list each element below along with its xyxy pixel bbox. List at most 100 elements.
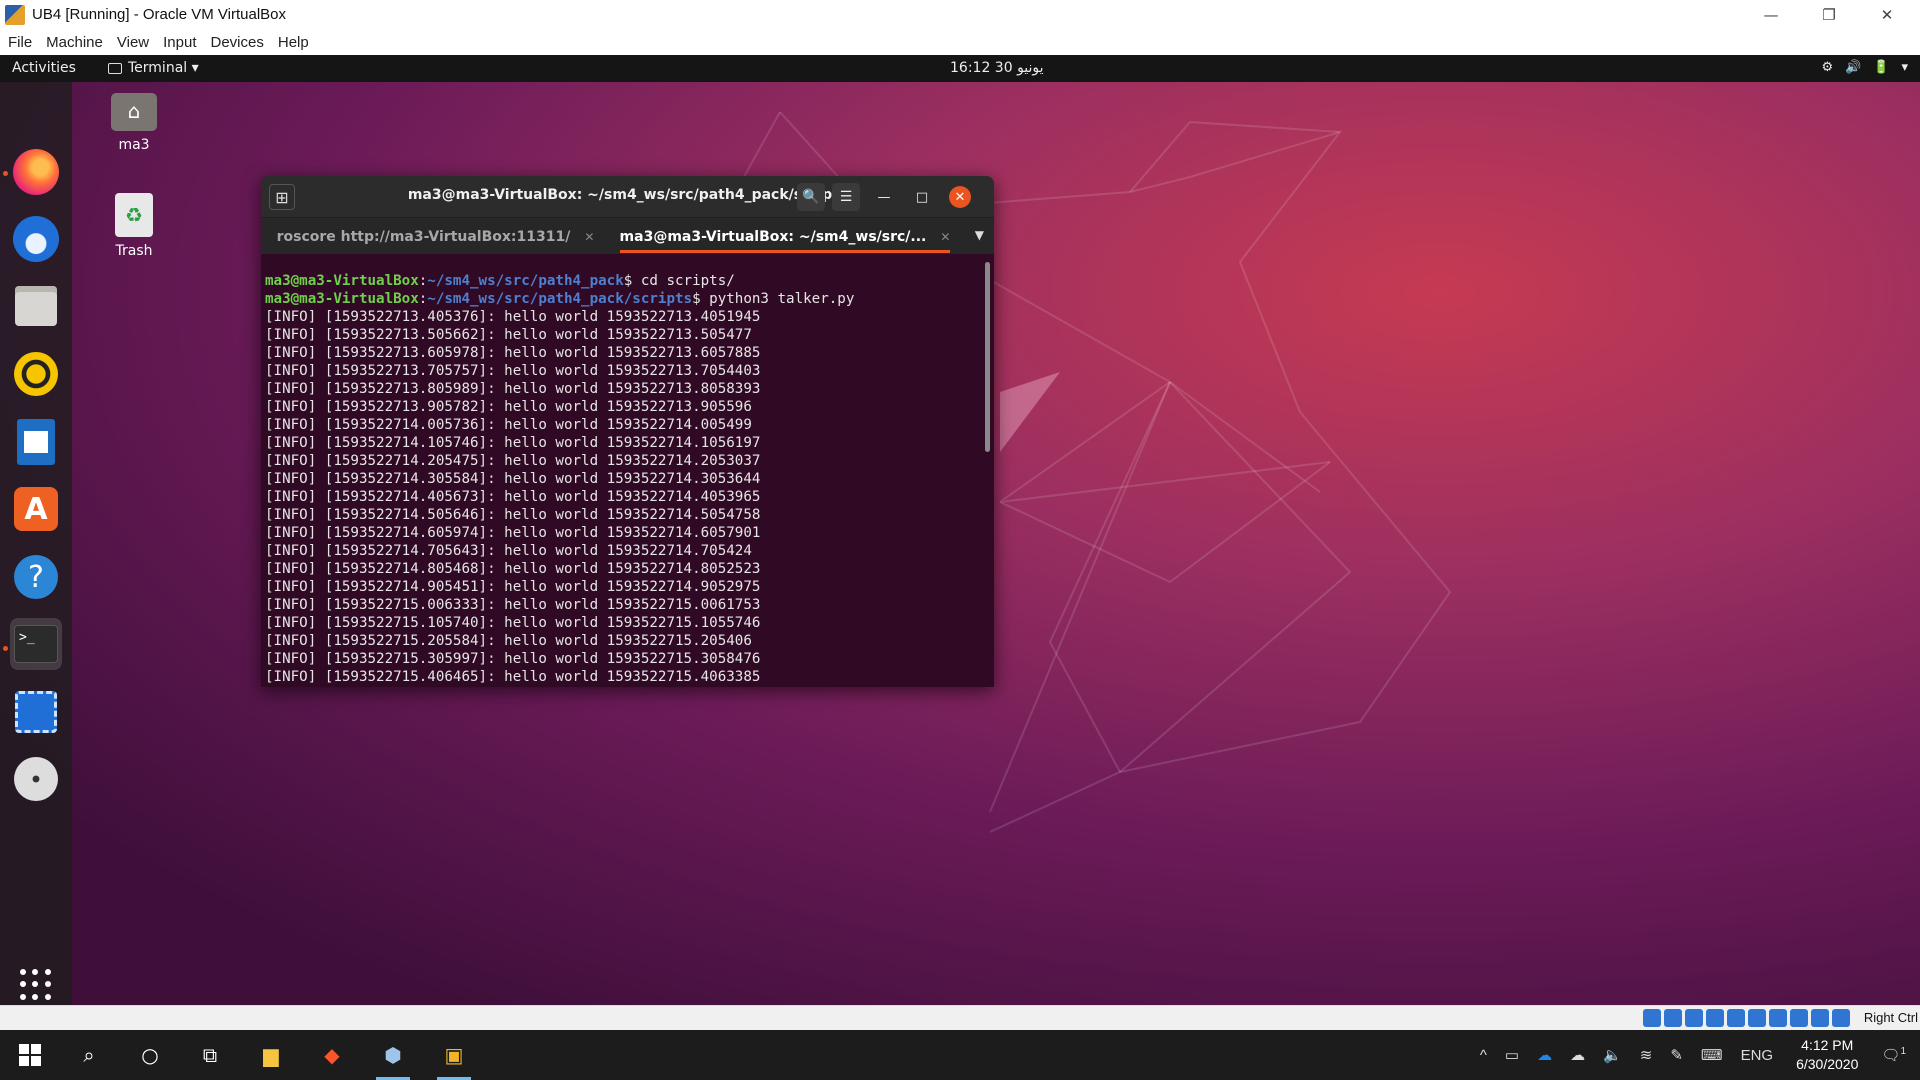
log-line: [INFO] [1593522715.505445]: hello world … (265, 686, 990, 687)
dock-dvd[interactable] (10, 753, 62, 805)
topbar-clock[interactable]: 16:12 30 يونيو (950, 60, 1044, 76)
desktop-home-folder[interactable]: ma3 (94, 93, 174, 153)
volume-icon[interactable]: 🔈 (1603, 1046, 1622, 1064)
terminal-scrollbar[interactable] (985, 262, 990, 452)
log-line: [INFO] [1593522714.005736]: hello world … (265, 417, 752, 433)
optical-drive-icon[interactable] (1643, 1009, 1661, 1027)
volume-icon[interactable]: 🔊 (1845, 60, 1861, 75)
tab-list-dropdown-icon[interactable]: ▼ (975, 228, 984, 242)
app-menu-label: Terminal ▾ (128, 60, 199, 76)
menu-file[interactable]: File (8, 34, 32, 51)
battery-icon[interactable]: 🔋 (1873, 60, 1889, 75)
action-center-icon[interactable]: 🗨1 (1881, 1046, 1906, 1064)
terminal-headerbar[interactable]: ⊞ ma3@ma3-VirtualBox: ~/sm4_ws/src/path4… (261, 176, 994, 217)
tab-label: ma3@ma3-VirtualBox: ~/sm4_ws/src/... (619, 228, 927, 245)
hamburger-menu-button[interactable]: ☰ (832, 183, 860, 211)
minimize-button[interactable]: — (1742, 0, 1800, 29)
log-line: [INFO] [1593522715.105740]: hello world … (265, 615, 761, 631)
vtx-icon[interactable] (1790, 1009, 1808, 1027)
tray-dropdown-icon[interactable]: ▾ (1901, 60, 1908, 75)
vbox-statusbar: Right Ctrl (0, 1005, 1920, 1030)
terminal-maximize-button[interactable]: □ (911, 186, 933, 208)
log-line: [INFO] [1593522714.905451]: hello world … (265, 579, 761, 595)
shared-folders-icon[interactable] (1727, 1009, 1745, 1027)
onedrive-personal-icon[interactable]: ☁ (1570, 1046, 1585, 1064)
search-button[interactable]: ⌕ (64, 1030, 114, 1080)
dock-writer[interactable] (10, 416, 62, 468)
dock-files[interactable] (10, 280, 62, 332)
log-line: [INFO] [1593522715.406465]: hello world … (265, 669, 761, 685)
dock-firefox[interactable] (10, 146, 62, 198)
prompt-line: ma3@ma3-VirtualBox:~/sm4_ws/src/path4_pa… (265, 291, 855, 307)
menu-icon: ☰ (839, 189, 853, 205)
taskbar-virtualbox[interactable]: ⬢ (368, 1030, 418, 1080)
system-tray[interactable]: ⚙ 🔊 🔋 ▾ (1821, 60, 1908, 75)
start-button[interactable] (5, 1030, 55, 1080)
mouse-integration-icon[interactable] (1811, 1009, 1829, 1027)
network-icon[interactable]: ⚙ (1821, 60, 1833, 75)
pen-icon[interactable]: ✎ (1670, 1046, 1683, 1064)
dock-screenshot[interactable] (10, 686, 62, 738)
dock-software[interactable]: A (10, 483, 62, 535)
log-line: [INFO] [1593522714.405673]: hello world … (265, 489, 761, 505)
dock-rhythmbox[interactable] (10, 348, 62, 400)
battery-icon[interactable]: ▭ (1505, 1046, 1519, 1064)
wifi-icon[interactable]: ≋ (1640, 1046, 1653, 1064)
activities-button[interactable]: Activities (12, 60, 76, 76)
taskbar-date: 6/30/2020 (1796, 1056, 1859, 1072)
task-view-button[interactable]: ⧉ (185, 1030, 235, 1080)
onedrive-icon[interactable]: ☁ (1537, 1046, 1552, 1064)
taskbar-vm-window[interactable]: ▣ (429, 1030, 479, 1080)
vbox-device-icons (1643, 1009, 1850, 1027)
trash-icon (115, 193, 153, 237)
search-icon: 🔍 (802, 189, 820, 205)
terminal-minimize-button[interactable]: — (873, 186, 895, 208)
tab-roscore[interactable]: roscore http://ma3-VirtualBox:11311/ ✕ (261, 218, 610, 255)
dock-terminal[interactable]: >_ (10, 618, 62, 670)
dock-help[interactable]: ? (10, 551, 62, 603)
log-line: [INFO] [1593522715.006333]: hello world … (265, 597, 761, 613)
running-indicator (3, 171, 8, 176)
recording-icon[interactable] (1769, 1009, 1787, 1027)
file-explorer-icon: ▆ (263, 1043, 279, 1067)
menu-machine[interactable]: Machine (46, 34, 103, 51)
language-indicator[interactable]: ENG (1741, 1047, 1774, 1064)
close-button[interactable]: ✕ (1858, 0, 1916, 29)
desktop-trash[interactable]: Trash (94, 193, 174, 259)
usb-icon[interactable] (1706, 1009, 1724, 1027)
menu-input[interactable]: Input (163, 34, 196, 51)
search-button[interactable]: 🔍 (797, 183, 825, 211)
tab-scripts[interactable]: ma3@ma3-VirtualBox: ~/sm4_ws/src/... ✕ (610, 218, 960, 255)
virtualbox-app-icon (5, 4, 25, 25)
terminal-close-button[interactable]: ✕ (949, 186, 971, 208)
desktop-icon-label: ma3 (118, 137, 150, 153)
network-adapter-icon[interactable] (1685, 1009, 1703, 1027)
log-line: [INFO] [1593522713.505662]: hello world … (265, 327, 752, 343)
taskbar-file-explorer[interactable]: ▆ (246, 1030, 296, 1080)
menu-view[interactable]: View (117, 34, 149, 51)
audio-icon[interactable] (1664, 1009, 1682, 1027)
running-indicator (3, 646, 8, 651)
menu-devices[interactable]: Devices (211, 34, 264, 51)
tab-close-icon[interactable]: ✕ (584, 230, 594, 244)
terminal-app-icon (108, 62, 122, 74)
restore-button[interactable]: ❐ (1800, 0, 1858, 29)
taskbar-clock[interactable]: 4:12 PM 6/30/2020 (1796, 1036, 1858, 1074)
app-menu[interactable]: Terminal ▾ (108, 60, 199, 76)
menu-help[interactable]: Help (278, 34, 309, 51)
log-line: [INFO] [1593522714.105746]: hello world … (265, 435, 761, 451)
cortana-button[interactable]: ○ (125, 1030, 175, 1080)
dock-thunderbird[interactable] (10, 213, 62, 265)
show-applications-button[interactable] (10, 959, 62, 1005)
tab-close-icon[interactable]: ✕ (940, 230, 950, 244)
keyboard-capture-icon[interactable] (1832, 1009, 1850, 1027)
show-hidden-icons-icon[interactable]: ^ (1480, 1047, 1487, 1064)
cortana-icon: ○ (141, 1043, 159, 1067)
touch-keyboard-icon[interactable]: ⌨ (1701, 1046, 1723, 1064)
libreoffice-writer-icon (17, 419, 55, 465)
display-icon[interactable] (1748, 1009, 1766, 1027)
ubuntu-dock: A ? >_ (0, 82, 72, 1005)
terminal-window[interactable]: ⊞ ma3@ma3-VirtualBox: ~/sm4_ws/src/path4… (261, 176, 994, 687)
taskbar-brave[interactable]: ◆ (307, 1030, 357, 1080)
terminal-output[interactable]: ma3@ma3-VirtualBox:~/sm4_ws/src/path4_pa… (261, 254, 994, 687)
